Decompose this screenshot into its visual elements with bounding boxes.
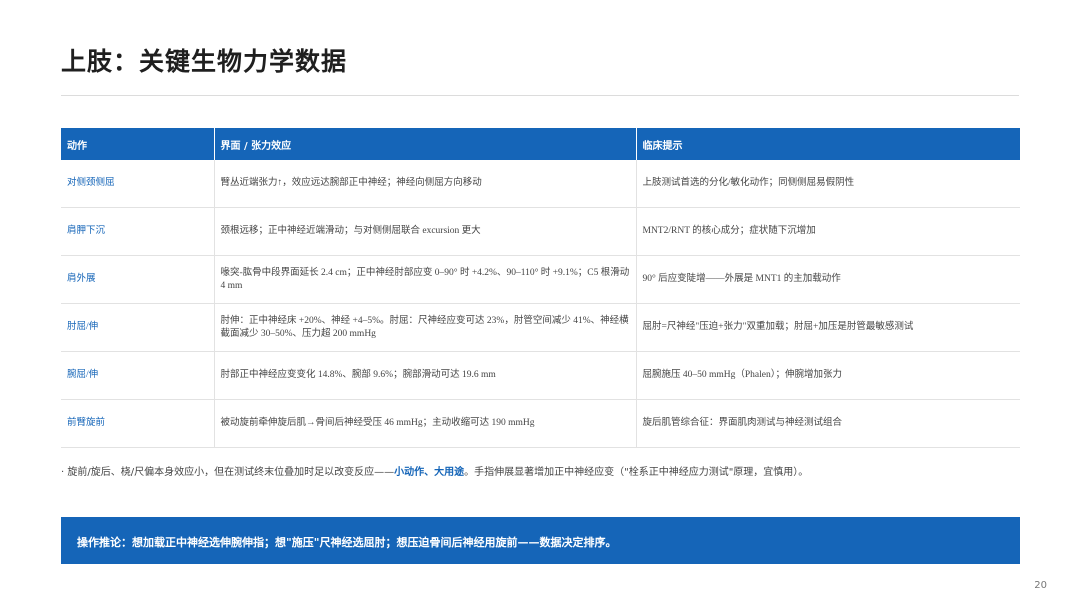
biomechanics-table: 动作 界面 / 张力效应 临床提示 对侧颈侧屈 臂丛近端张力↑，效应远达腕部正中… xyxy=(61,128,1020,448)
row-effect: 被动旋前牵伸旋后肌→骨间后神经受压 46 mmHg；主动收缩可达 190 mmH… xyxy=(214,399,637,448)
row-clinical: 屈腕施压 40–50 mmHg（Phalen）；伸腕增加张力 xyxy=(636,351,1020,400)
row-effect: 臂丛近端张力↑，效应远达腕部正中神经；神经向侧屈方向移动 xyxy=(214,160,637,208)
table-row: 肩胛下沉 颈根远移；正中神经近端滑动；与对侧侧屈联合 excursion 更大 … xyxy=(61,207,1020,256)
row-action: 肩胛下沉 xyxy=(61,207,215,256)
table-row: 对侧颈侧屈 臂丛近端张力↑，效应远达腕部正中神经；神经向侧屈方向移动 上肢测试首… xyxy=(61,160,1020,208)
title-divider xyxy=(61,95,1019,96)
row-action: 肩外展 xyxy=(61,255,215,304)
header-action: 动作 xyxy=(61,128,215,160)
row-clinical: 旋后肌管综合征：界面肌肉测试与神经测试组合 xyxy=(636,399,1020,448)
header-clinical: 临床提示 xyxy=(636,128,1020,160)
table-row: 肩外展 喙突-肱骨中段界面延长 2.4 cm；正中神经肘部应变 0–90° 时 … xyxy=(61,255,1020,304)
footnote-highlight: 小动作、大用途 xyxy=(394,467,465,478)
page-number: 20 xyxy=(1034,580,1047,591)
row-effect: 颈根远移；正中神经近端滑动；与对侧侧屈联合 excursion 更大 xyxy=(214,207,637,256)
footnote-suffix: 。手指伸展显著增加正中神经应变（"栓系正中神经应力测试"原理，宜慎用）。 xyxy=(464,467,809,478)
row-effect: 肘伸：正中神经床 +20%、神经 +4–5%。肘屈：尺神经应变可达 23%，肘管… xyxy=(214,303,637,352)
row-clinical: 屈肘=尺神经"压迫+张力"双重加载；肘屈+加压是肘管最敏感测试 xyxy=(636,303,1020,352)
page-title: 上肢：关键生物力学数据 xyxy=(61,47,348,76)
row-clinical: 90° 后应变陡增——外展是 MNT1 的主加载动作 xyxy=(636,255,1020,304)
row-action: 腕屈/伸 xyxy=(61,351,215,400)
row-effect: 肘部正中神经应变变化 14.8%、腕部 9.6%；腕部滑动可达 19.6 mm xyxy=(214,351,637,400)
footnote: · 旋前/旋后、桡/尺偏本身效应小，但在测试终末位叠加时足以改变反应——小动作、… xyxy=(61,466,1021,480)
row-action: 对侧颈侧屈 xyxy=(61,160,215,208)
row-action: 肘屈/伸 xyxy=(61,303,215,352)
row-effect: 喙突-肱骨中段界面延长 2.4 cm；正中神经肘部应变 0–90° 时 +4.2… xyxy=(214,255,637,304)
conclusion-banner: 操作推论：想加载正中神经选伸腕伸指；想"施压"尺神经选屈肘；想压迫骨间后神经用旋… xyxy=(61,517,1020,564)
table-row: 前臂旋前 被动旋前牵伸旋后肌→骨间后神经受压 46 mmHg；主动收缩可达 19… xyxy=(61,399,1020,448)
row-clinical: MNT2/RNT 的核心成分；症状随下沉增加 xyxy=(636,207,1020,256)
banner-text: 操作推论：想加载正中神经选伸腕伸指；想"施压"尺神经选屈肘；想压迫骨间后神经用旋… xyxy=(77,536,617,549)
row-clinical: 上肢测试首选的分化/敏化动作；同侧侧屈易假阴性 xyxy=(636,160,1020,208)
table-header-row: 动作 界面 / 张力效应 临床提示 xyxy=(61,128,1020,160)
footnote-prefix: · 旋前/旋后、桡/尺偏本身效应小，但在测试终末位叠加时足以改变反应—— xyxy=(61,467,395,478)
row-action: 前臂旋前 xyxy=(61,399,215,448)
table-row: 肘屈/伸 肘伸：正中神经床 +20%、神经 +4–5%。肘屈：尺神经应变可达 2… xyxy=(61,303,1020,352)
header-effect: 界面 / 张力效应 xyxy=(214,128,637,160)
table-row: 腕屈/伸 肘部正中神经应变变化 14.8%、腕部 9.6%；腕部滑动可达 19.… xyxy=(61,351,1020,400)
